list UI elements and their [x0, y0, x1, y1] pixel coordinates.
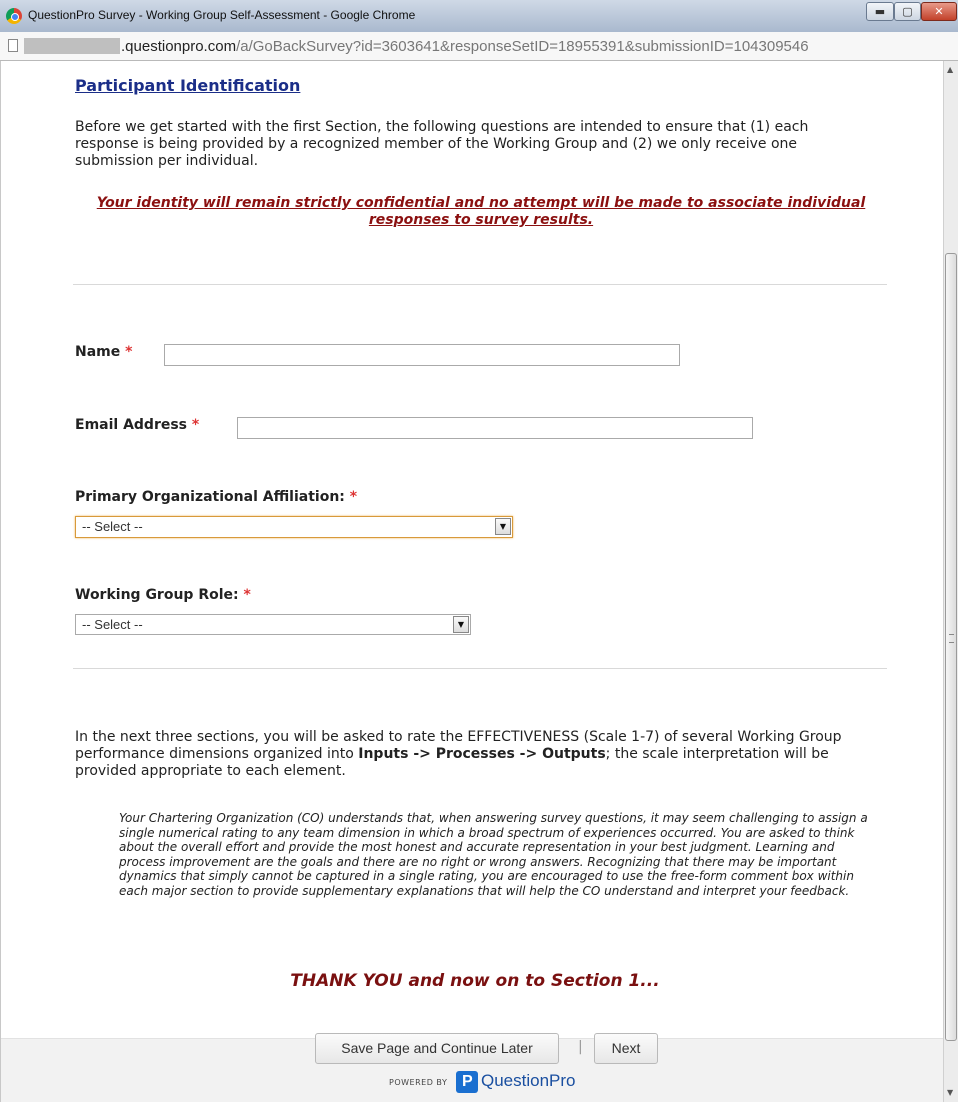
next-sections-intro: In the next three sections, you will be … — [75, 729, 893, 780]
divider — [73, 284, 887, 285]
survey-page: Participant Identification Before we get… — [0, 61, 943, 1102]
page-icon — [8, 39, 18, 52]
next-intro-bold: Inputs -> Processes -> Outputs — [358, 746, 606, 762]
working-group-role-selected: -- Select -- — [82, 617, 143, 632]
intro-text: Before we get started with the first Sec… — [75, 119, 809, 169]
email-label-text: Email Address — [75, 417, 188, 433]
minimize-button[interactable]: ▬ — [866, 2, 894, 21]
chevron-down-icon[interactable]: ▼ — [453, 616, 469, 633]
thank-you-message: THANK YOU and now on to Section 1... — [290, 971, 660, 991]
scroll-thumb[interactable] — [945, 253, 957, 1041]
window-title-bar: QuestionPro Survey - Working Group Self-… — [0, 0, 958, 33]
org-affiliation-selected: -- Select -- — [82, 519, 143, 534]
maximize-button[interactable]: ▢ — [894, 2, 921, 21]
email-label: Email Address * — [75, 417, 199, 433]
url-text[interactable]: .questionpro.com/a/GoBackSurvey?id=36036… — [121, 38, 809, 55]
scroll-up-arrow-icon[interactable]: ▲ — [947, 65, 953, 74]
powered-by-banner[interactable]: POWERED BY QuestionPro — [1, 1067, 943, 1097]
chrome-icon — [6, 8, 22, 24]
redacted-subdomain — [24, 38, 120, 54]
save-continue-later-button[interactable]: Save Page and Continue Later — [315, 1033, 559, 1064]
questionpro-brand: QuestionPro — [481, 1071, 576, 1090]
url-path: /a/GoBackSurvey?id=3603641&responseSetID… — [236, 38, 809, 55]
required-marker: * — [243, 587, 251, 603]
co-note: Your Chartering Organization (CO) unders… — [119, 811, 868, 898]
working-group-role-select[interactable]: -- Select -- ▼ — [75, 614, 471, 635]
org-affiliation-label-text: Primary Organizational Affiliation: — [75, 489, 345, 505]
required-marker: * — [191, 417, 200, 433]
required-marker: * — [125, 344, 133, 360]
chevron-down-icon[interactable]: ▼ — [495, 518, 511, 535]
button-separator: | — [578, 1039, 583, 1055]
name-label-text: Name — [75, 344, 121, 360]
name-label: Name * — [75, 344, 132, 360]
close-button[interactable]: ✕ — [921, 2, 957, 21]
org-affiliation-select[interactable]: -- Select -- ▼ — [75, 516, 513, 538]
questionpro-logo-icon — [456, 1071, 478, 1093]
address-bar[interactable]: .questionpro.com/a/GoBackSurvey?id=36036… — [0, 32, 958, 61]
divider — [73, 668, 887, 669]
confidentiality-notice: Your identity will remain strictly confi… — [96, 195, 866, 228]
next-button[interactable]: Next — [594, 1033, 658, 1064]
powered-by-text: POWERED BY — [389, 1078, 448, 1087]
email-input[interactable] — [237, 417, 753, 439]
working-group-role-label: Working Group Role: * — [75, 587, 251, 603]
section-title: Participant Identification — [75, 76, 301, 95]
name-input[interactable] — [164, 344, 680, 366]
org-affiliation-label: Primary Organizational Affiliation: * — [75, 489, 357, 505]
vertical-scrollbar[interactable]: ▲ ▼ — [943, 61, 958, 1102]
window-title: QuestionPro Survey - Working Group Self-… — [28, 8, 416, 22]
required-marker: * — [349, 489, 358, 505]
working-group-role-label-text: Working Group Role: — [75, 587, 239, 603]
scroll-down-arrow-icon[interactable]: ▼ — [947, 1088, 953, 1097]
url-domain: .questionpro.com — [121, 38, 237, 55]
